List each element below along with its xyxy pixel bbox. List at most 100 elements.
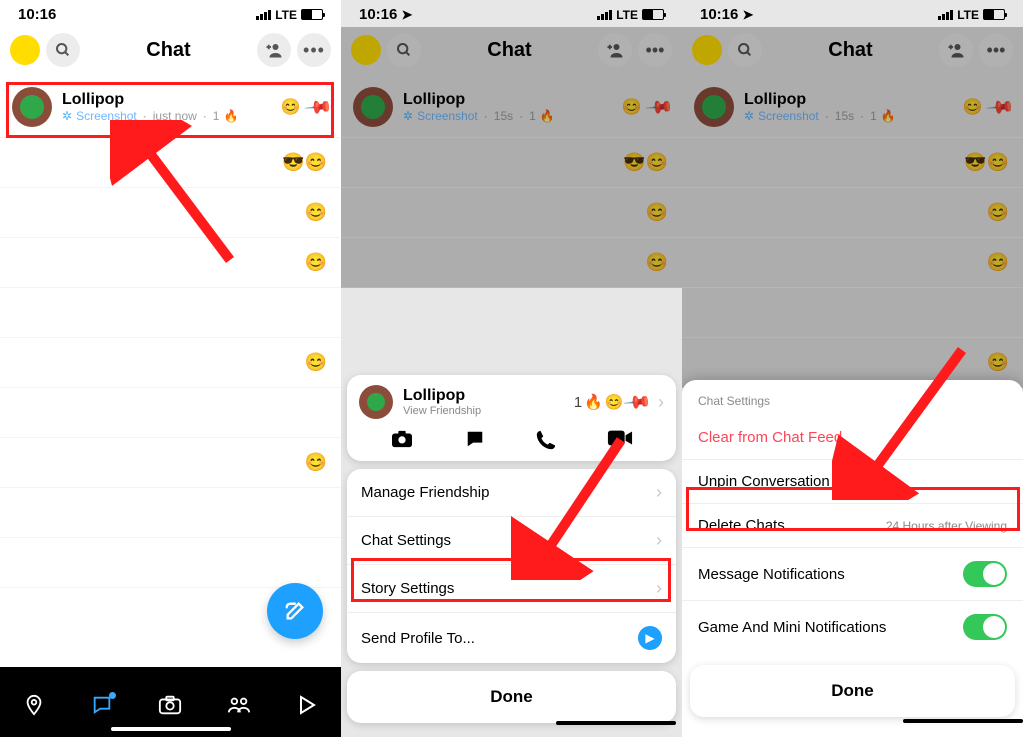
chat-row-placeholder[interactable] bbox=[0, 538, 341, 588]
location-icon: ➤ bbox=[743, 7, 754, 22]
chat-row-placeholder[interactable]: 😎😊 bbox=[341, 138, 682, 188]
home-indicator[interactable] bbox=[111, 727, 231, 731]
search-button[interactable] bbox=[728, 33, 762, 67]
menu-chat-settings[interactable]: Chat Settings› bbox=[347, 516, 676, 564]
chat-row-main: Lollipop ✲ Screenshot just now 1🔥 bbox=[62, 91, 271, 123]
home-indicator[interactable] bbox=[903, 719, 1023, 723]
add-friend-button[interactable] bbox=[598, 33, 632, 67]
carrier-label: LTE bbox=[275, 8, 297, 22]
tab-chat[interactable] bbox=[82, 694, 122, 716]
profile-avatar[interactable] bbox=[692, 35, 722, 65]
menu-story-settings[interactable]: Story Settings› bbox=[347, 564, 676, 612]
chat-row-right: 😊 📌 bbox=[281, 97, 329, 118]
setting-delete-chats[interactable]: Delete Chats... 24 Hours after Viewing bbox=[682, 503, 1023, 547]
search-button[interactable] bbox=[46, 33, 80, 67]
friend-avatar bbox=[353, 87, 393, 127]
tab-camera[interactable] bbox=[150, 694, 190, 716]
status-bar: 10:16 ➤ LTE bbox=[682, 0, 1023, 27]
status-time-ago: just now bbox=[153, 109, 197, 123]
chat-row-placeholder[interactable]: 😊 bbox=[341, 188, 682, 238]
friend-avatar bbox=[694, 87, 734, 127]
chat-row-placeholder[interactable]: 😊 bbox=[682, 188, 1023, 238]
screenshot-icon: ✲ bbox=[744, 109, 754, 123]
more-icon: ••• bbox=[646, 40, 665, 61]
signal-icon bbox=[938, 10, 953, 20]
chat-row-subtitle: ✲ Screenshot just now 1🔥 bbox=[62, 109, 271, 123]
stories-icon bbox=[227, 695, 251, 715]
status-time: 10:16 ➤ bbox=[700, 6, 753, 23]
chat-badge-icon bbox=[109, 692, 116, 699]
profile-avatar[interactable] bbox=[10, 35, 40, 65]
carrier-label: LTE bbox=[957, 8, 979, 22]
done-button[interactable]: Done bbox=[690, 665, 1015, 717]
tab-map[interactable] bbox=[14, 694, 54, 716]
send-icon: ▶ bbox=[638, 626, 662, 650]
friend-name: Lollipop bbox=[744, 91, 953, 109]
chat-list: Lollipop ✲ Screenshot 15s 1🔥 😊📌 😎😊 😊 😊 bbox=[341, 77, 682, 288]
battery-icon bbox=[301, 9, 323, 20]
chat-row-placeholder[interactable]: 😊 bbox=[341, 238, 682, 288]
setting-clear-chat[interactable]: Clear from Chat Feed bbox=[682, 416, 1023, 459]
chat-row-placeholder[interactable]: 😊 bbox=[0, 438, 341, 488]
menu-manage-friendship[interactable]: Manage Friendship› bbox=[347, 469, 676, 516]
tab-stories[interactable] bbox=[219, 695, 259, 715]
call-action[interactable] bbox=[535, 429, 557, 451]
header-title: Chat bbox=[427, 39, 592, 62]
setting-unpin-conversation[interactable]: Unpin Conversation bbox=[682, 459, 1023, 503]
profile-avatar[interactable] bbox=[351, 35, 381, 65]
battery-icon bbox=[983, 9, 1005, 20]
chat-row-placeholder[interactable]: 😊 bbox=[0, 238, 341, 288]
chat-row-placeholder[interactable]: 😊 bbox=[0, 338, 341, 388]
menu-send-profile[interactable]: Send Profile To...▶ bbox=[347, 612, 676, 663]
chat-row-lollipop[interactable]: Lollipop ✲ Screenshot just now 1🔥 😊 📌 bbox=[0, 77, 341, 138]
chat-row-placeholder[interactable] bbox=[682, 288, 1023, 338]
chat-row-lollipop[interactable]: Lollipop ✲ Screenshot 15s 1🔥 😊📌 bbox=[341, 77, 682, 138]
tab-spotlight[interactable] bbox=[287, 695, 327, 715]
signal-icon bbox=[256, 10, 271, 20]
sheet-header: Chat Settings bbox=[682, 380, 1023, 416]
chat-row-placeholder[interactable]: 😎😊 bbox=[682, 138, 1023, 188]
home-indicator[interactable] bbox=[556, 721, 676, 725]
location-icon: ➤ bbox=[402, 7, 413, 22]
chevron-right-icon: › bbox=[656, 578, 662, 599]
chat-row-placeholder[interactable]: 😊 bbox=[0, 188, 341, 238]
add-friend-button[interactable] bbox=[939, 33, 973, 67]
friend-emoji: 😊 bbox=[281, 97, 301, 117]
status-bar: 10:16 LTE bbox=[0, 0, 341, 27]
profile-card-name: Lollipop bbox=[403, 387, 564, 405]
search-icon bbox=[55, 42, 71, 58]
profile-card: Lollipop View Friendship 1🔥😊📌 › bbox=[347, 375, 676, 461]
chat-row-placeholder[interactable]: 😎😊 bbox=[0, 138, 341, 188]
play-icon bbox=[298, 695, 316, 715]
more-icon: ••• bbox=[987, 40, 1006, 61]
chevron-right-icon: › bbox=[658, 392, 664, 413]
more-button[interactable]: ••• bbox=[638, 33, 672, 67]
chat-row-placeholder[interactable] bbox=[0, 488, 341, 538]
status-time: 10:16 ➤ bbox=[359, 6, 412, 23]
chat-row-placeholder[interactable] bbox=[0, 388, 341, 438]
more-button[interactable]: ••• bbox=[979, 33, 1013, 67]
setting-message-notifications[interactable]: Message Notifications bbox=[682, 547, 1023, 600]
chat-row-placeholder[interactable] bbox=[0, 288, 341, 338]
chat-action[interactable] bbox=[464, 429, 486, 451]
profile-card-header[interactable]: Lollipop View Friendship 1🔥😊📌 › bbox=[359, 385, 664, 419]
toggle-on-icon[interactable] bbox=[963, 614, 1007, 640]
friend-avatar bbox=[12, 87, 52, 127]
search-button[interactable] bbox=[387, 33, 421, 67]
camera-action[interactable] bbox=[390, 429, 414, 451]
more-button[interactable]: ••• bbox=[297, 33, 331, 67]
new-chat-fab[interactable] bbox=[267, 583, 323, 639]
add-friend-button[interactable] bbox=[257, 33, 291, 67]
setting-game-notifications[interactable]: Game And Mini Notifications bbox=[682, 600, 1023, 653]
map-icon bbox=[23, 694, 45, 716]
search-icon bbox=[737, 42, 753, 58]
phone-screen-1: 10:16 LTE Chat ••• Lollipop ✲ Screenshot bbox=[0, 0, 341, 737]
pin-icon: 📌 bbox=[643, 92, 674, 122]
chat-row-lollipop[interactable]: Lollipop ✲ Screenshot 15s 1🔥 😊📌 bbox=[682, 77, 1023, 138]
done-button[interactable]: Done bbox=[347, 671, 676, 723]
toggle-on-icon[interactable] bbox=[963, 561, 1007, 587]
video-action[interactable] bbox=[607, 429, 633, 451]
status-right: LTE bbox=[256, 8, 323, 22]
chat-row-placeholder[interactable]: 😊 bbox=[682, 238, 1023, 288]
add-friend-icon bbox=[606, 42, 624, 58]
